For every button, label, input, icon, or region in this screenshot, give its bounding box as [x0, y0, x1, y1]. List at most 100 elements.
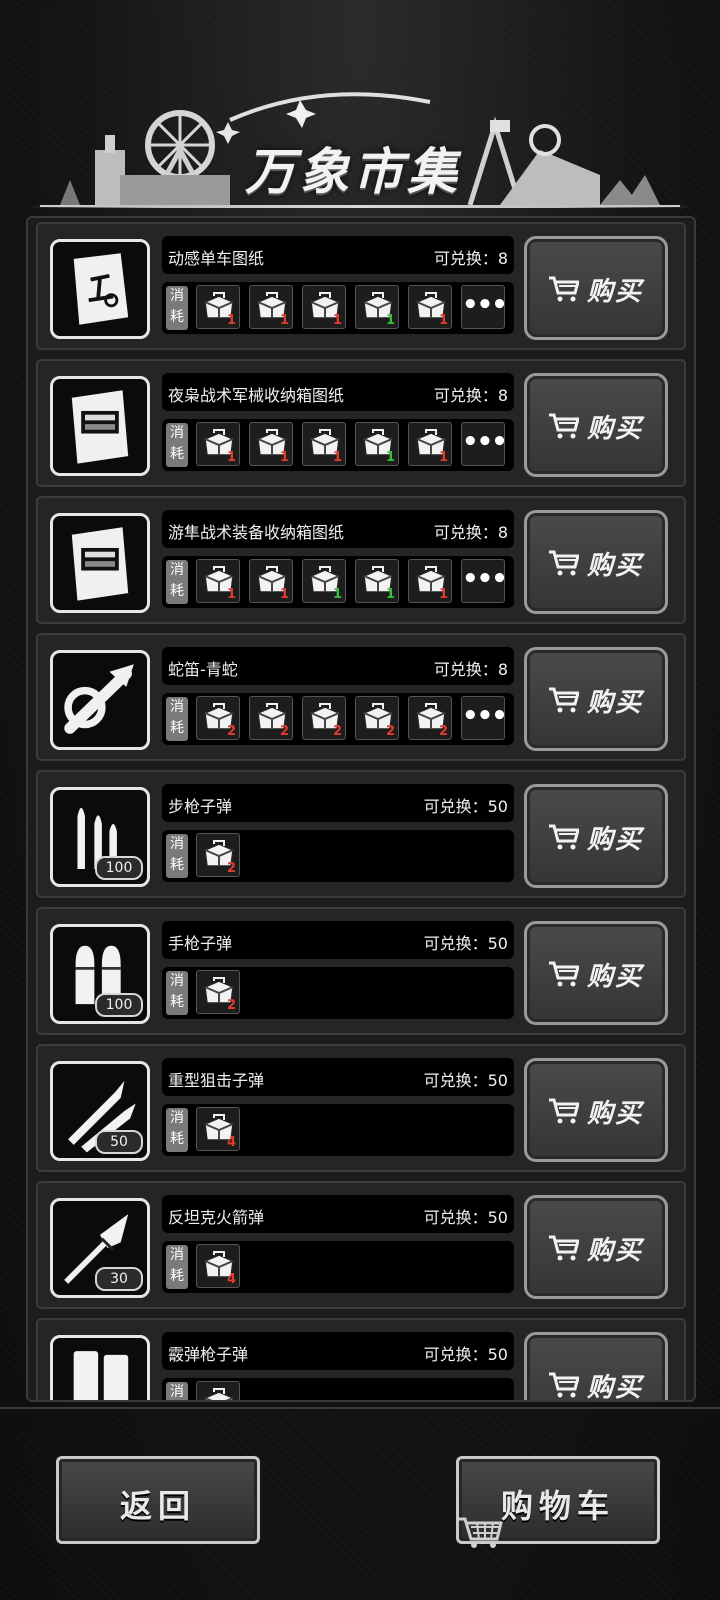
buy-button-label: 购买 — [587, 962, 644, 992]
item-icon-frame[interactable]: 100 — [50, 787, 150, 887]
item-name: 手枪子弹 — [168, 934, 233, 953]
cost-material-slot[interactable]: 1 — [355, 285, 399, 329]
cost-material-slot[interactable]: 1 — [249, 285, 293, 329]
footer-divider — [0, 1407, 720, 1409]
cost-bar: 消耗 2 — [162, 967, 514, 1019]
material-box-icon — [204, 1388, 234, 1400]
cost-count: 2 — [332, 724, 342, 739]
cost-material-slot[interactable]: 2 — [196, 696, 240, 740]
shop-item-row: 蛇笛-青蛇 可兑换：8 消耗 2 2 2 2 2 ••• 购买 — [36, 633, 686, 761]
cost-count: 1 — [279, 450, 289, 465]
cost-material-slot[interactable]: 2 — [249, 696, 293, 740]
shopping-cart-button[interactable]: 购物车 — [456, 1456, 660, 1548]
cost-material-slot[interactable]: 2 — [408, 696, 452, 740]
cost-count: 1 — [438, 587, 448, 602]
cost-count: 1 — [279, 313, 289, 328]
buy-button-label: 购买 — [587, 277, 644, 307]
buy-button[interactable]: 购买 — [524, 1058, 668, 1162]
header-divider — [30, 205, 690, 208]
item-icon-frame[interactable] — [50, 650, 150, 750]
cost-count: 4 — [226, 1272, 236, 1287]
item-icon-frame[interactable] — [50, 376, 150, 476]
cost-material-slot[interactable]: 1 — [196, 422, 240, 466]
cost-count: 1 — [438, 450, 448, 465]
cost-material-slot[interactable]: 1 — [408, 559, 452, 603]
cost-material-slot[interactable]: 2 — [355, 696, 399, 740]
more-icon[interactable]: ••• — [461, 559, 508, 603]
item-name-bar: 重型狙击子弹 可兑换：50 — [162, 1058, 514, 1096]
cost-count: 1 — [279, 587, 289, 602]
buy-button[interactable]: 购买 — [524, 647, 668, 751]
item-name: 动感单车图纸 — [168, 249, 265, 268]
item-name-bar: 夜枭战术军械收纳箱图纸 可兑换：8 — [162, 373, 514, 411]
item-quantity-badge: 50 — [95, 1130, 143, 1154]
buy-button[interactable]: 购买 — [524, 1332, 668, 1400]
buy-button-label: 购买 — [587, 1236, 644, 1266]
shop-item-row: 100 步枪子弹 可兑换：50 消耗 2 购买 — [36, 770, 686, 898]
cost-count: 2 — [385, 724, 395, 739]
cost-count: 1 — [385, 587, 395, 602]
back-button-label: 返回 — [119, 1487, 196, 1525]
cost-material-slot[interactable]: 1 — [302, 559, 346, 603]
cost-tag: 消耗 — [166, 1108, 188, 1152]
cost-material-slot[interactable]: 1 — [355, 559, 399, 603]
cost-material-slot[interactable]: 1 — [196, 285, 240, 329]
item-name: 霰弹枪子弹 — [168, 1345, 249, 1364]
cost-bar: 消耗 4 — [162, 1241, 514, 1293]
cost-material-slot[interactable]: 2 — [196, 970, 240, 1014]
item-name: 反坦克火箭弹 — [168, 1208, 265, 1227]
cost-count: 1 — [226, 587, 236, 602]
back-button[interactable]: 返回 — [56, 1456, 260, 1544]
item-icon-frame[interactable]: 100 — [50, 924, 150, 1024]
exchange-limit: 可兑换：50 — [423, 934, 508, 953]
item-list[interactable]: 动感单车图纸 可兑换：8 消耗 1 1 1 1 1 ••• 购买 夜枭战术军械收纳箱图纸 可兑换：8 消… — [26, 216, 696, 1402]
cost-material-slot[interactable]: 1 — [302, 285, 346, 329]
cost-material-slot[interactable]: 1 — [196, 559, 240, 603]
buy-button[interactable]: 购买 — [524, 921, 668, 1025]
cost-count: 1 — [226, 450, 236, 465]
cost-material-slot[interactable] — [196, 1381, 240, 1400]
cost-tag: 消耗 — [166, 560, 188, 604]
shop-item-row: 游隼战术装备收纳箱图纸 可兑换：8 消耗 1 1 1 1 1 ••• 购买 — [36, 496, 686, 624]
buy-cart-icon — [549, 1098, 579, 1124]
item-icon-frame[interactable] — [50, 239, 150, 339]
buy-button-label: 购买 — [587, 1099, 644, 1129]
cost-tag: 消耗 — [166, 697, 188, 741]
snake-flute-icon — [64, 664, 134, 734]
cost-material-slot[interactable]: 1 — [302, 422, 346, 466]
exchange-limit: 可兑换：50 — [423, 1345, 508, 1364]
cost-material-slot[interactable]: 4 — [196, 1244, 240, 1288]
item-icon-frame[interactable] — [50, 1335, 150, 1400]
cost-count: 2 — [226, 861, 236, 876]
cost-count: 1 — [332, 450, 342, 465]
item-icon-frame[interactable] — [50, 513, 150, 613]
cost-count: 4 — [226, 1135, 236, 1150]
cost-count: 1 — [226, 313, 236, 328]
buy-button-label: 购买 — [587, 825, 644, 855]
shotgun-ammo-icon — [73, 1351, 129, 1400]
item-icon-frame[interactable]: 30 — [50, 1198, 150, 1298]
cost-material-slot[interactable]: 1 — [355, 422, 399, 466]
cost-material-slot[interactable]: 2 — [196, 833, 240, 877]
exchange-limit: 可兑换：8 — [433, 386, 508, 405]
more-icon[interactable]: ••• — [461, 696, 508, 740]
cost-material-slot[interactable]: 1 — [408, 422, 452, 466]
buy-button[interactable]: 购买 — [524, 1195, 668, 1299]
cost-material-slot[interactable]: 2 — [302, 696, 346, 740]
buy-button[interactable]: 购买 — [524, 236, 668, 340]
cost-material-slot[interactable]: 1 — [249, 422, 293, 466]
buy-cart-icon — [549, 1372, 579, 1398]
item-icon-frame[interactable]: 50 — [50, 1061, 150, 1161]
more-icon[interactable]: ••• — [461, 422, 508, 466]
buy-button[interactable]: 购买 — [524, 373, 668, 477]
more-icon[interactable]: ••• — [461, 285, 508, 329]
buy-button[interactable]: 购买 — [524, 510, 668, 614]
blueprint-crate-icon — [71, 390, 129, 464]
item-name-bar: 蛇笛-青蛇 可兑换：8 — [162, 647, 514, 685]
cost-bar: 消耗 — [162, 1378, 514, 1400]
cost-material-slot[interactable]: 1 — [249, 559, 293, 603]
buy-button[interactable]: 购买 — [524, 784, 668, 888]
cost-material-slot[interactable]: 1 — [408, 285, 452, 329]
cost-material-slot[interactable]: 4 — [196, 1107, 240, 1151]
exchange-limit: 可兑换：8 — [433, 249, 508, 268]
